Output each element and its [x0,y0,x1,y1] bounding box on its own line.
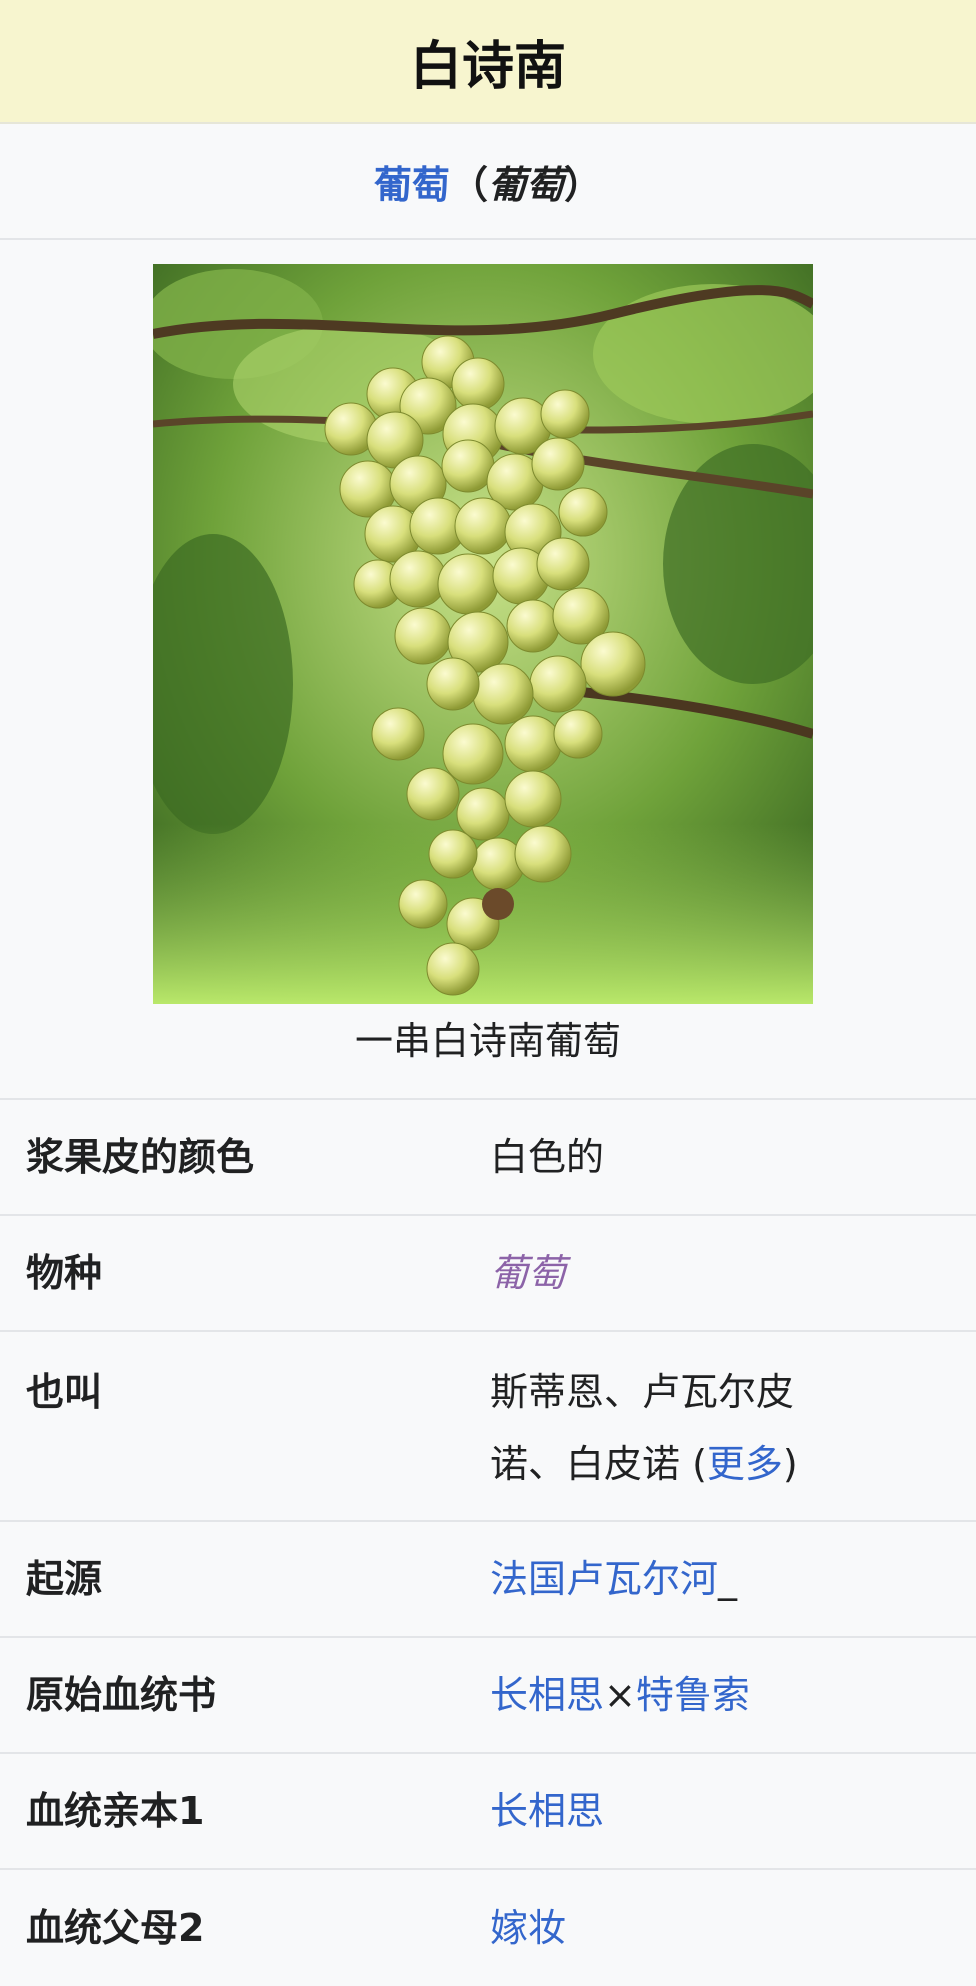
also-called-line2: 诺、白皮诺 (更多) [490,1428,950,1500]
also-called-line1: 斯蒂恩、卢瓦尔皮 [490,1370,795,1414]
origin-suffix: _ [718,1557,738,1601]
row-label: 浆果皮的颜色 [26,1135,255,1179]
row-parent-1: 血统亲本1 长相思 [0,1754,976,1870]
origin-link[interactable]: 法国卢瓦尔河 [490,1557,718,1601]
image-section [0,240,976,1100]
row-label: 也叫 [26,1370,103,1414]
row-label: 物种 [26,1251,103,1295]
row-parent-2: 血统父母2 嫁妆 [0,1870,976,1986]
image-caption: 一串白诗南葡萄 [354,1019,621,1063]
title-bar: 白诗南 [0,0,976,124]
also-called-line2-text: 诺、白皮诺 ( [490,1442,707,1486]
row-label: 血统父母2 [26,1906,205,1950]
row-original-pedigree: 原始血统书 长相思×特鲁索 [0,1638,976,1754]
also-called-paren-close: ) [782,1442,798,1486]
species-value-link[interactable]: 葡萄 [490,1251,566,1295]
pedigree-cross: × [604,1673,636,1717]
more-link[interactable]: 更多 [707,1442,783,1486]
row-origin: 起源 法国卢瓦尔河_ [0,1522,976,1638]
row-label: 原始血统书 [26,1673,217,1717]
row-label: 起源 [26,1557,103,1601]
page-title: 白诗南 [409,36,566,97]
species-header: 葡萄 （ 葡萄 ） [0,124,976,240]
pedigree-link-a[interactable]: 长相思 [490,1673,604,1717]
species-link[interactable]: 葡萄 [374,154,450,209]
row-label: 血统亲本1 [26,1789,205,1833]
infobox-rows: 浆果皮的颜色 白色的 物种 葡萄 也叫 斯蒂恩、卢瓦尔皮 诺、白皮诺 (更多) … [0,1100,976,1986]
row-berry-skin-color: 浆果皮的颜色 白色的 [0,1100,976,1216]
row-species: 物种 葡萄 [0,1216,976,1332]
row-value: 斯蒂恩、卢瓦尔皮 诺、白皮诺 (更多) [490,1356,950,1520]
infobox: 白诗南 葡萄 （ 葡萄 ） 一串白诗南葡萄 浆果皮的颜色 白色的 物种 葡萄 也… [0,0,976,1974]
species-paren-close: ） [564,162,603,207]
pedigree-link-b[interactable]: 特鲁索 [636,1673,750,1717]
parent2-link[interactable]: 嫁妆 [490,1906,566,1950]
species-paren-open: （ [449,162,488,207]
parent1-link[interactable]: 长相思 [490,1789,604,1833]
row-also-called: 也叫 斯蒂恩、卢瓦尔皮 诺、白皮诺 (更多) [0,1332,976,1522]
grape-photo[interactable] [153,264,813,1004]
grape-cluster-illustration [153,264,813,1004]
species-italic-name: 葡萄 [488,162,565,207]
row-value: 白色的 [490,1135,605,1179]
